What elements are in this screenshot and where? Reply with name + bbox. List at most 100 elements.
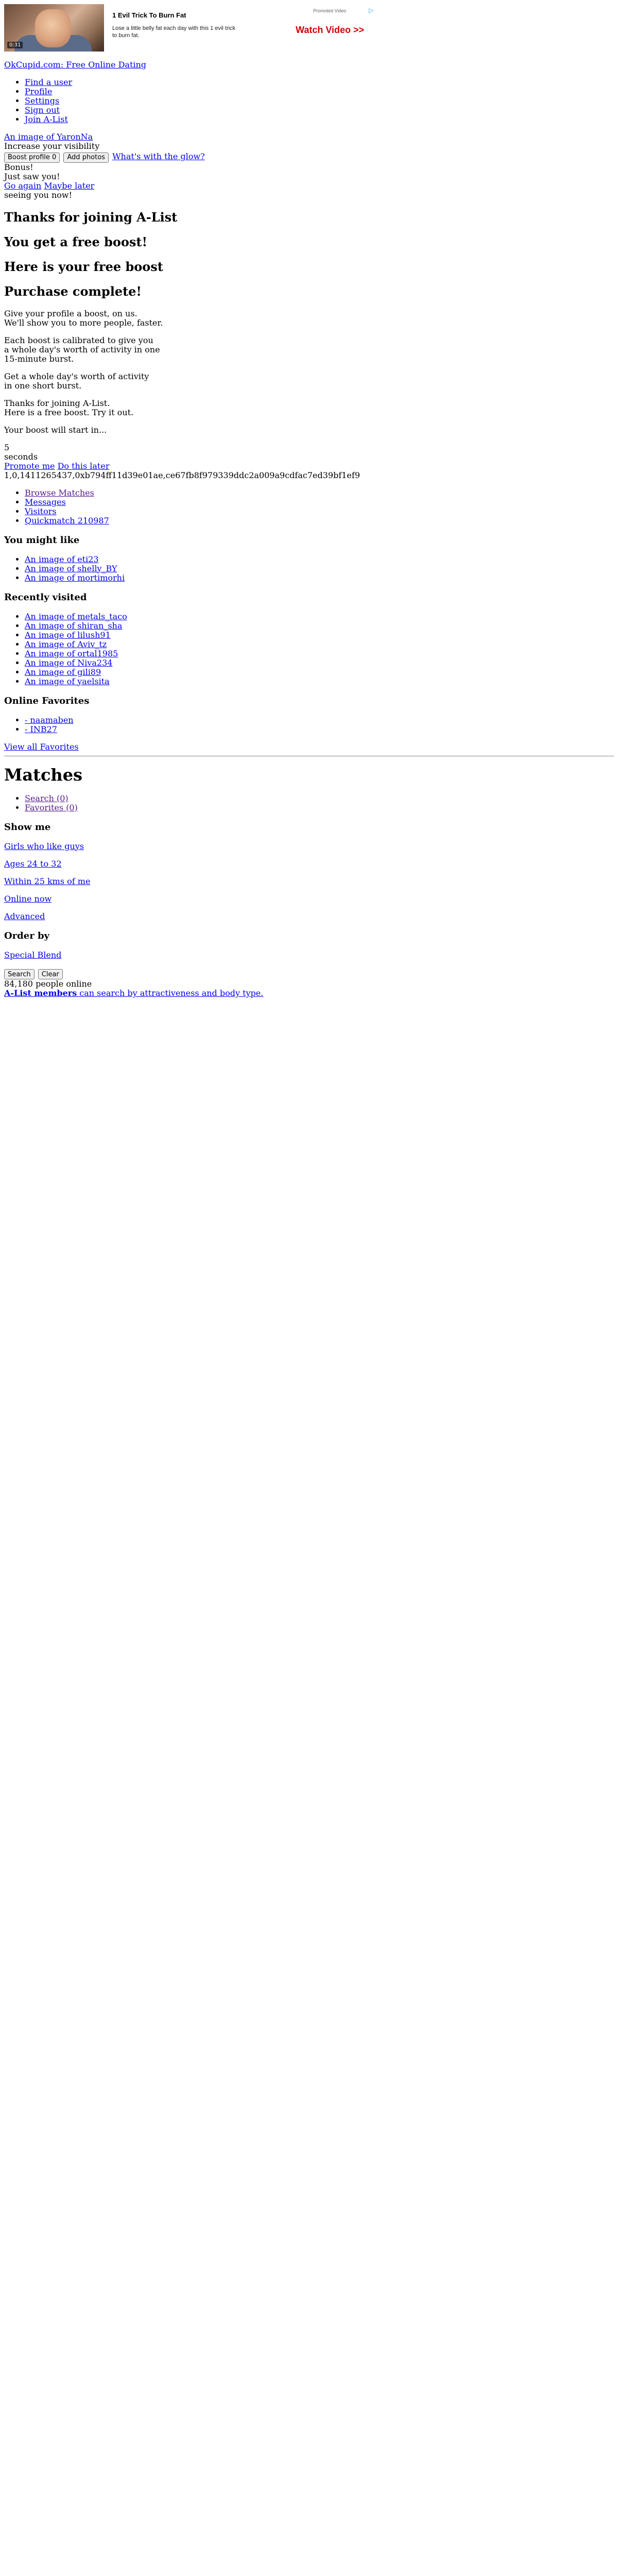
alist-upsell-link[interactable]: A-List members can search by attractiven… (4, 988, 263, 998)
alist-members-label: A-List members (4, 988, 77, 998)
main-nav: Find a user Profile Settings Sign out Jo… (4, 78, 614, 124)
ad-title[interactable]: 1 Evil Trick To Burn Fat (112, 11, 186, 19)
add-photos-button[interactable]: Add photos (63, 152, 109, 163)
visited-user-link[interactable]: An image of lilush91 (25, 630, 111, 640)
nav-item: Join A-List (25, 115, 614, 124)
nav-sign-out[interactable]: Sign out (25, 105, 60, 115)
ad-watch-video-button[interactable]: Watch Video >> (296, 25, 364, 36)
list-item: An image of shelly_BY (25, 564, 614, 573)
nav-profile[interactable]: Profile (25, 87, 52, 96)
user-avatar[interactable]: An image of YaronNa (4, 132, 93, 142)
text-line: We'll show you to more people, faster. (4, 317, 163, 328)
view-all-favorites-link[interactable]: View all Favorites (4, 742, 79, 752)
secondary-nav: Browse Matches Messages Visitors Quickma… (4, 488, 614, 526)
visited-user-link[interactable]: An image of Aviv_tz (25, 639, 107, 649)
alist-upsell-text: can search by attractiveness and body ty… (77, 988, 264, 998)
ad-video-duration: 0:31 (7, 42, 23, 48)
list-item: An image of metals_taco (25, 612, 614, 621)
heading-free-boost: You get a free boost! (4, 234, 148, 249)
promote-me-link[interactable]: Promote me (4, 461, 55, 471)
text-line: in one short burst. (4, 380, 82, 391)
suggested-user-link[interactable]: An image of eti23 (25, 554, 99, 564)
list-item: An image of gili89 (25, 667, 614, 677)
visited-user-link[interactable]: An image of gili89 (25, 667, 101, 677)
adchoices-icon[interactable]: ▷ (369, 7, 375, 13)
boost-paragraph-3: Get a whole day's worth of activity in o… (4, 371, 614, 391)
boost-paragraph-2: Each boost is calibrated to give you a w… (4, 335, 614, 364)
glow-help-link[interactable]: What's with the glow? (112, 151, 205, 161)
filter-advanced[interactable]: Advanced (4, 911, 45, 921)
you-might-like-list: An image of eti23 An image of shelly_BY … (4, 554, 614, 583)
subnav-item: Messages (25, 497, 614, 507)
subnav-browse-matches[interactable]: Browse Matches (25, 488, 94, 498)
subnav-messages[interactable]: Messages (25, 497, 66, 507)
boost-paragraph-1: Give your profile a boost, on us. We'll … (4, 309, 614, 328)
filter-age[interactable]: Ages 24 to 32 (4, 859, 62, 869)
favorite-user-link[interactable]: - naamaben (25, 715, 74, 725)
suggested-user-link[interactable]: An image of mortimorhi (25, 573, 125, 583)
boost-profile-button[interactable]: Boost profile 0 (4, 152, 60, 163)
favorite-user-link[interactable]: - INB27 (25, 724, 57, 734)
recently-visited-list: An image of metals_taco An image of shir… (4, 612, 614, 686)
ad-video-thumbnail[interactable]: 0:31 (4, 4, 104, 52)
site-home-link[interactable]: OkCupid.com: Free Online Dating (4, 60, 146, 70)
list-item: An image of yaelsita (25, 676, 614, 686)
visited-user-link[interactable]: An image of Niva234 (25, 658, 112, 668)
visited-user-link[interactable]: An image of metals_taco (25, 612, 127, 621)
page: 0:31 1 Evil Trick To Burn Fat Lose a lit… (4, 0, 614, 998)
list-item: An image of shiran_sha (25, 621, 614, 631)
just-saw-text: Just saw you! (4, 171, 60, 181)
subnav-item: Visitors (25, 506, 614, 516)
countdown-unit: seconds (4, 451, 38, 462)
visited-user-link[interactable]: An image of shiran_sha (25, 621, 122, 631)
do-later-link[interactable]: Do this later (58, 461, 110, 471)
text-line: a whole day's worth of activity in one (4, 344, 160, 354)
list-item: - INB27 (25, 724, 614, 734)
filter-online[interactable]: Online now (4, 894, 52, 904)
filter-distance[interactable]: Within 25 kms of me (4, 876, 90, 886)
nav-find-user[interactable]: Find a user (25, 77, 72, 87)
tab-favorites[interactable]: Favorites (0) (25, 803, 78, 812)
subnav-item: Quickmatch 210987 (25, 516, 614, 526)
heading-purchase-complete: Purchase complete! (4, 283, 142, 299)
nav-item: Find a user (25, 78, 614, 87)
you-might-like-heading: You might like (4, 534, 80, 546)
go-again-link[interactable]: Go again (4, 181, 41, 191)
boost-paragraph-4: Thanks for joining A-List. Here is a fre… (4, 398, 614, 417)
countdown-value: 5 (4, 442, 10, 452)
ad-banner[interactable]: 0:31 1 Evil Trick To Burn Fat Lose a lit… (4, 4, 379, 52)
ad-thumbnail-face (35, 9, 71, 47)
ad-description: Lose a little belly fat each day with th… (112, 25, 236, 39)
bonus-label: Bonus! (4, 162, 33, 172)
subnav-visitors[interactable]: Visitors (25, 506, 57, 516)
nav-join-alist[interactable]: Join A-List (25, 114, 68, 124)
heading-here-is-boost: Here is your free boost (4, 259, 163, 274)
search-button[interactable]: Search (4, 969, 35, 979)
nav-item: Profile (25, 87, 614, 96)
recently-visited-heading: Recently visited (4, 591, 87, 603)
visited-user-link[interactable]: An image of yaelsita (25, 676, 110, 686)
filter-gender[interactable]: Girls who like guys (4, 841, 84, 851)
suggested-user-link[interactable]: An image of shelly_BY (25, 564, 117, 573)
nav-settings[interactable]: Settings (25, 96, 59, 106)
tracking-hash: 1,0,1411265437,0xb794ff11d39e01ae,ce67fb… (4, 470, 360, 480)
visibility-text: Increase your visibility (4, 141, 100, 151)
online-count: 84,180 people online (4, 979, 92, 989)
maybe-later-link[interactable]: Maybe later (44, 181, 94, 191)
matches-tabs: Search (0) Favorites (0) (4, 793, 614, 812)
nav-item: Sign out (25, 106, 614, 115)
list-item: An image of Aviv_tz (25, 639, 614, 649)
order-by-heading: Order by (4, 930, 49, 941)
tab-search[interactable]: Search (0) (25, 793, 68, 803)
clear-button[interactable]: Clear (38, 969, 63, 979)
list-item: An image of ortal1985 (25, 649, 614, 658)
matches-title: Matches (4, 765, 83, 785)
order-by-select[interactable]: Special Blend (4, 950, 61, 960)
text-line: 15-minute burst. (4, 353, 74, 364)
list-item: Search (0) (25, 793, 614, 803)
subnav-quickmatch[interactable]: Quickmatch 210987 (25, 516, 109, 526)
text-line: Give your profile a boost, on us. (4, 308, 138, 318)
visited-user-link[interactable]: An image of ortal1985 (25, 649, 118, 658)
text-line: Thanks for joining A-List. (4, 398, 110, 408)
show-me-heading: Show me (4, 821, 51, 833)
